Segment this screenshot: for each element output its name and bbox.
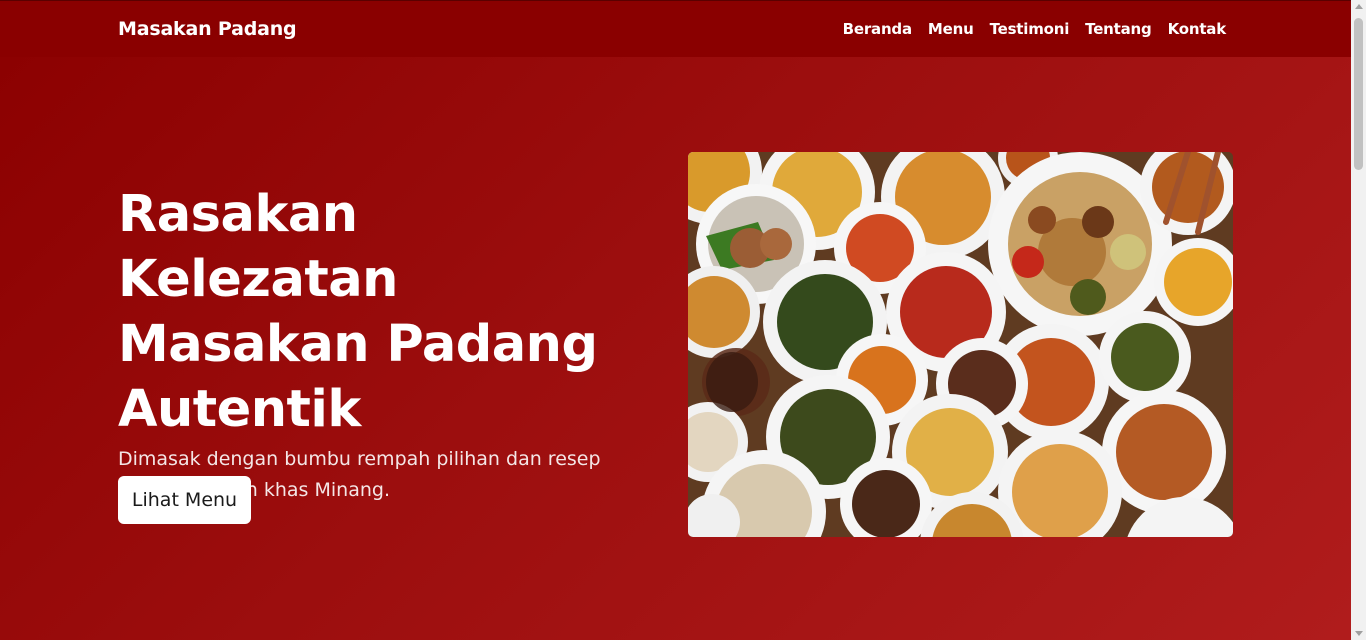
nav-link-kontak[interactable]: Kontak	[1168, 20, 1227, 38]
scroll-up-icon[interactable]	[1355, 4, 1363, 9]
hero-title-line: Autentik	[118, 380, 361, 439]
hero-title: Rasakan Kelezatan Masakan Padang Autenti…	[118, 182, 638, 442]
hero-title-line: Masakan Padang	[118, 315, 598, 374]
brand-logo[interactable]: Masakan Padang	[118, 18, 297, 40]
hero-food-image	[688, 152, 1233, 537]
page-scrollbar[interactable]	[1351, 0, 1366, 640]
scroll-down-icon[interactable]	[1355, 631, 1363, 636]
view-menu-button[interactable]: Lihat Menu	[118, 476, 251, 524]
nav-link-beranda[interactable]: Beranda	[843, 20, 912, 38]
nav-link-testimoni[interactable]: Testimoni	[990, 20, 1070, 38]
hero-title-line: Rasakan Kelezatan	[118, 185, 398, 309]
nav-links: Beranda Menu Testimoni Tentang Kontak	[843, 20, 1227, 38]
nav-link-tentang[interactable]: Tentang	[1085, 20, 1152, 38]
hero-text: Rasakan Kelezatan Masakan Padang Autenti…	[118, 182, 638, 506]
scroll-thumb[interactable]	[1354, 18, 1363, 170]
nav-link-menu[interactable]: Menu	[928, 20, 974, 38]
navbar: Masakan Padang Beranda Menu Testimoni Te…	[0, 1, 1351, 57]
page-viewport: Masakan Padang Beranda Menu Testimoni Te…	[0, 0, 1351, 640]
food-illustration	[688, 152, 1233, 537]
